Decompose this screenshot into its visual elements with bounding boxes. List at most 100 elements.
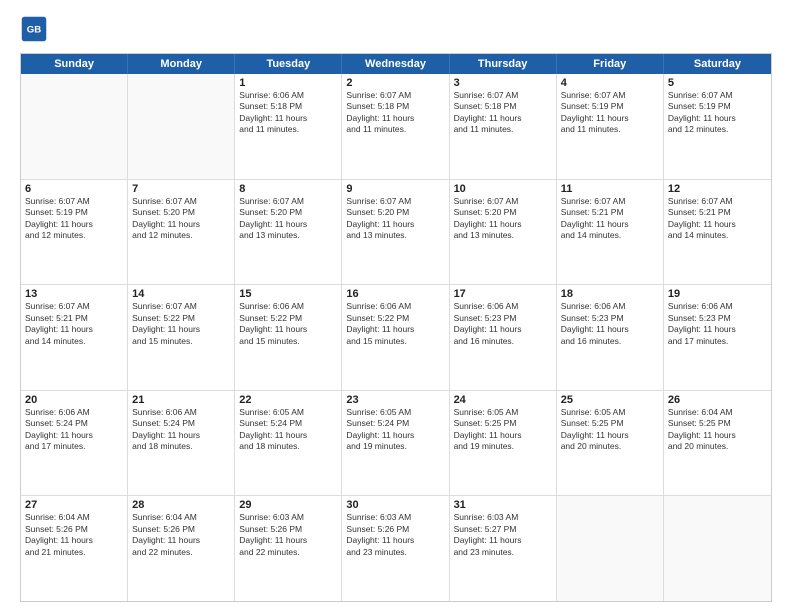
day-cell: 4Sunrise: 6:07 AM Sunset: 5:19 PM Daylig… xyxy=(557,74,664,179)
day-info: Sunrise: 6:04 AM Sunset: 5:26 PM Dayligh… xyxy=(132,512,230,558)
day-number: 28 xyxy=(132,499,230,511)
day-number: 8 xyxy=(239,183,337,195)
day-cell: 19Sunrise: 6:06 AM Sunset: 5:23 PM Dayli… xyxy=(664,285,771,390)
day-header-monday: Monday xyxy=(128,54,235,74)
day-info: Sunrise: 6:07 AM Sunset: 5:21 PM Dayligh… xyxy=(668,196,767,242)
day-info: Sunrise: 6:06 AM Sunset: 5:23 PM Dayligh… xyxy=(561,301,659,347)
day-number: 20 xyxy=(25,394,123,406)
day-cell: 14Sunrise: 6:07 AM Sunset: 5:22 PM Dayli… xyxy=(128,285,235,390)
day-cell: 13Sunrise: 6:07 AM Sunset: 5:21 PM Dayli… xyxy=(21,285,128,390)
day-cell xyxy=(128,74,235,179)
day-header-wednesday: Wednesday xyxy=(342,54,449,74)
day-number: 16 xyxy=(346,288,444,300)
day-header-tuesday: Tuesday xyxy=(235,54,342,74)
day-info: Sunrise: 6:07 AM Sunset: 5:20 PM Dayligh… xyxy=(346,196,444,242)
day-cell: 8Sunrise: 6:07 AM Sunset: 5:20 PM Daylig… xyxy=(235,180,342,285)
day-cell: 10Sunrise: 6:07 AM Sunset: 5:20 PM Dayli… xyxy=(450,180,557,285)
day-info: Sunrise: 6:07 AM Sunset: 5:19 PM Dayligh… xyxy=(668,90,767,136)
day-info: Sunrise: 6:05 AM Sunset: 5:24 PM Dayligh… xyxy=(239,407,337,453)
day-number: 30 xyxy=(346,499,444,511)
day-info: Sunrise: 6:06 AM Sunset: 5:22 PM Dayligh… xyxy=(239,301,337,347)
svg-text:GB: GB xyxy=(27,25,41,36)
day-cell: 27Sunrise: 6:04 AM Sunset: 5:26 PM Dayli… xyxy=(21,496,128,601)
day-info: Sunrise: 6:06 AM Sunset: 5:24 PM Dayligh… xyxy=(132,407,230,453)
day-cell: 31Sunrise: 6:03 AM Sunset: 5:27 PM Dayli… xyxy=(450,496,557,601)
day-info: Sunrise: 6:06 AM Sunset: 5:23 PM Dayligh… xyxy=(454,301,552,347)
day-number: 1 xyxy=(239,77,337,89)
day-info: Sunrise: 6:07 AM Sunset: 5:20 PM Dayligh… xyxy=(239,196,337,242)
day-info: Sunrise: 6:03 AM Sunset: 5:26 PM Dayligh… xyxy=(346,512,444,558)
day-number: 25 xyxy=(561,394,659,406)
day-number: 11 xyxy=(561,183,659,195)
week-row-1: 1Sunrise: 6:06 AM Sunset: 5:18 PM Daylig… xyxy=(21,74,771,180)
day-number: 27 xyxy=(25,499,123,511)
day-info: Sunrise: 6:07 AM Sunset: 5:20 PM Dayligh… xyxy=(132,196,230,242)
day-number: 26 xyxy=(668,394,767,406)
day-header-sunday: Sunday xyxy=(21,54,128,74)
week-row-3: 13Sunrise: 6:07 AM Sunset: 5:21 PM Dayli… xyxy=(21,285,771,391)
logo-icon: GB xyxy=(20,15,48,43)
day-number: 14 xyxy=(132,288,230,300)
day-info: Sunrise: 6:04 AM Sunset: 5:25 PM Dayligh… xyxy=(668,407,767,453)
day-cell: 23Sunrise: 6:05 AM Sunset: 5:24 PM Dayli… xyxy=(342,391,449,496)
day-cell: 11Sunrise: 6:07 AM Sunset: 5:21 PM Dayli… xyxy=(557,180,664,285)
day-info: Sunrise: 6:03 AM Sunset: 5:26 PM Dayligh… xyxy=(239,512,337,558)
day-cell: 3Sunrise: 6:07 AM Sunset: 5:18 PM Daylig… xyxy=(450,74,557,179)
day-number: 4 xyxy=(561,77,659,89)
day-number: 23 xyxy=(346,394,444,406)
day-info: Sunrise: 6:07 AM Sunset: 5:18 PM Dayligh… xyxy=(454,90,552,136)
day-cell: 2Sunrise: 6:07 AM Sunset: 5:18 PM Daylig… xyxy=(342,74,449,179)
day-info: Sunrise: 6:07 AM Sunset: 5:20 PM Dayligh… xyxy=(454,196,552,242)
day-number: 21 xyxy=(132,394,230,406)
day-cell: 12Sunrise: 6:07 AM Sunset: 5:21 PM Dayli… xyxy=(664,180,771,285)
day-number: 29 xyxy=(239,499,337,511)
week-row-4: 20Sunrise: 6:06 AM Sunset: 5:24 PM Dayli… xyxy=(21,391,771,497)
day-number: 22 xyxy=(239,394,337,406)
day-number: 7 xyxy=(132,183,230,195)
day-info: Sunrise: 6:06 AM Sunset: 5:24 PM Dayligh… xyxy=(25,407,123,453)
day-info: Sunrise: 6:05 AM Sunset: 5:24 PM Dayligh… xyxy=(346,407,444,453)
day-cell: 29Sunrise: 6:03 AM Sunset: 5:26 PM Dayli… xyxy=(235,496,342,601)
calendar: SundayMondayTuesdayWednesdayThursdayFrid… xyxy=(20,53,772,602)
day-info: Sunrise: 6:04 AM Sunset: 5:26 PM Dayligh… xyxy=(25,512,123,558)
day-number: 31 xyxy=(454,499,552,511)
day-cell: 28Sunrise: 6:04 AM Sunset: 5:26 PM Dayli… xyxy=(128,496,235,601)
day-cell: 17Sunrise: 6:06 AM Sunset: 5:23 PM Dayli… xyxy=(450,285,557,390)
day-number: 9 xyxy=(346,183,444,195)
day-number: 12 xyxy=(668,183,767,195)
day-cell: 16Sunrise: 6:06 AM Sunset: 5:22 PM Dayli… xyxy=(342,285,449,390)
day-cell xyxy=(21,74,128,179)
day-number: 2 xyxy=(346,77,444,89)
logo: GB xyxy=(20,15,52,43)
day-cell: 25Sunrise: 6:05 AM Sunset: 5:25 PM Dayli… xyxy=(557,391,664,496)
day-header-friday: Friday xyxy=(557,54,664,74)
day-header-saturday: Saturday xyxy=(664,54,771,74)
day-number: 3 xyxy=(454,77,552,89)
day-number: 10 xyxy=(454,183,552,195)
day-info: Sunrise: 6:05 AM Sunset: 5:25 PM Dayligh… xyxy=(454,407,552,453)
day-cell: 15Sunrise: 6:06 AM Sunset: 5:22 PM Dayli… xyxy=(235,285,342,390)
day-cell: 22Sunrise: 6:05 AM Sunset: 5:24 PM Dayli… xyxy=(235,391,342,496)
day-number: 6 xyxy=(25,183,123,195)
day-info: Sunrise: 6:06 AM Sunset: 5:22 PM Dayligh… xyxy=(346,301,444,347)
day-info: Sunrise: 6:07 AM Sunset: 5:18 PM Dayligh… xyxy=(346,90,444,136)
day-number: 18 xyxy=(561,288,659,300)
day-info: Sunrise: 6:06 AM Sunset: 5:23 PM Dayligh… xyxy=(668,301,767,347)
day-info: Sunrise: 6:05 AM Sunset: 5:25 PM Dayligh… xyxy=(561,407,659,453)
day-info: Sunrise: 6:06 AM Sunset: 5:18 PM Dayligh… xyxy=(239,90,337,136)
day-info: Sunrise: 6:07 AM Sunset: 5:21 PM Dayligh… xyxy=(25,301,123,347)
day-cell: 1Sunrise: 6:06 AM Sunset: 5:18 PM Daylig… xyxy=(235,74,342,179)
day-number: 15 xyxy=(239,288,337,300)
day-cell: 30Sunrise: 6:03 AM Sunset: 5:26 PM Dayli… xyxy=(342,496,449,601)
page: GB SundayMondayTuesdayWednesdayThursdayF… xyxy=(0,0,792,612)
day-cell: 21Sunrise: 6:06 AM Sunset: 5:24 PM Dayli… xyxy=(128,391,235,496)
day-info: Sunrise: 6:03 AM Sunset: 5:27 PM Dayligh… xyxy=(454,512,552,558)
day-cell: 7Sunrise: 6:07 AM Sunset: 5:20 PM Daylig… xyxy=(128,180,235,285)
day-cell xyxy=(664,496,771,601)
day-headers: SundayMondayTuesdayWednesdayThursdayFrid… xyxy=(21,54,771,74)
day-cell xyxy=(557,496,664,601)
day-info: Sunrise: 6:07 AM Sunset: 5:19 PM Dayligh… xyxy=(25,196,123,242)
weeks: 1Sunrise: 6:06 AM Sunset: 5:18 PM Daylig… xyxy=(21,74,771,601)
week-row-2: 6Sunrise: 6:07 AM Sunset: 5:19 PM Daylig… xyxy=(21,180,771,286)
day-info: Sunrise: 6:07 AM Sunset: 5:19 PM Dayligh… xyxy=(561,90,659,136)
